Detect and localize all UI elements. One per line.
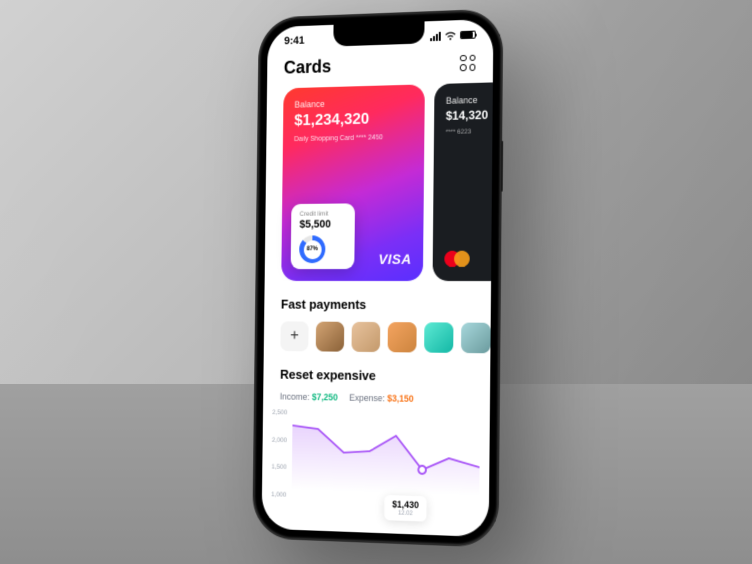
wifi-icon <box>445 31 457 40</box>
y-axis-ticks: 2,500 2,000 1,500 1,000 <box>271 409 287 499</box>
credit-limit-value: $5,500 <box>299 218 346 230</box>
income-label: Income: <box>280 392 310 402</box>
credit-limit-box: Credit limit $5,500 87% <box>291 203 355 269</box>
menu-grid-icon[interactable] <box>460 54 476 71</box>
card-secondary[interactable]: Balance $14,320 **** 6223 <box>433 82 493 281</box>
chart-area[interactable]: 2,500 2,000 1,500 1,000 <box>262 409 490 526</box>
credit-usage-ring: 87% <box>299 235 325 263</box>
chart-tooltip: $1,430 12.02 <box>384 495 426 522</box>
credit-limit-label: Credit limit <box>300 210 347 217</box>
battery-icon <box>460 31 476 40</box>
screen: 9:41 Cards Balance $1,234,320 Daily Shop… <box>262 19 494 537</box>
line-chart <box>292 410 480 495</box>
balance-value: $14,320 <box>446 108 493 123</box>
chart-title: Reset expensive <box>263 351 490 395</box>
card-primary[interactable]: Balance $1,234,320 Daily Shopping Card *… <box>281 84 425 281</box>
contact-avatar[interactable] <box>316 322 345 352</box>
chart-selected-point[interactable] <box>418 466 426 474</box>
balance-value: $1,234,320 <box>294 110 413 131</box>
contact-avatar[interactable] <box>388 322 417 352</box>
credit-usage-pct: 87% <box>303 240 321 259</box>
contact-avatar[interactable] <box>424 322 453 353</box>
mastercard-logo <box>444 251 469 267</box>
fast-payments-row: + <box>264 321 491 353</box>
tooltip-value: $1,430 <box>392 499 419 510</box>
tooltip-date: 12.02 <box>392 510 419 517</box>
balance-label: Balance <box>294 97 413 110</box>
status-time: 9:41 <box>284 35 305 47</box>
card-number: **** 6223 <box>446 128 493 136</box>
card-name: Daily Shopping Card **** 2450 <box>294 134 413 143</box>
balance-label: Balance <box>446 95 493 106</box>
fast-payments-title: Fast payments <box>264 281 491 323</box>
expense-label: Expense: <box>349 393 385 404</box>
phone-frame: 9:41 Cards Balance $1,234,320 Daily Shop… <box>253 9 502 546</box>
income-value: $7,250 <box>312 392 338 402</box>
notch <box>333 21 424 46</box>
contact-avatar[interactable] <box>351 322 380 352</box>
expense-value: $3,150 <box>387 393 414 404</box>
cards-carousel[interactable]: Balance $1,234,320 Daily Shopping Card *… <box>265 82 493 281</box>
contact-avatar[interactable] <box>461 323 491 354</box>
visa-logo: VISA <box>378 251 411 267</box>
add-payment-button[interactable]: + <box>280 321 308 351</box>
page-title: Cards <box>284 56 332 78</box>
signal-icon <box>430 31 441 40</box>
